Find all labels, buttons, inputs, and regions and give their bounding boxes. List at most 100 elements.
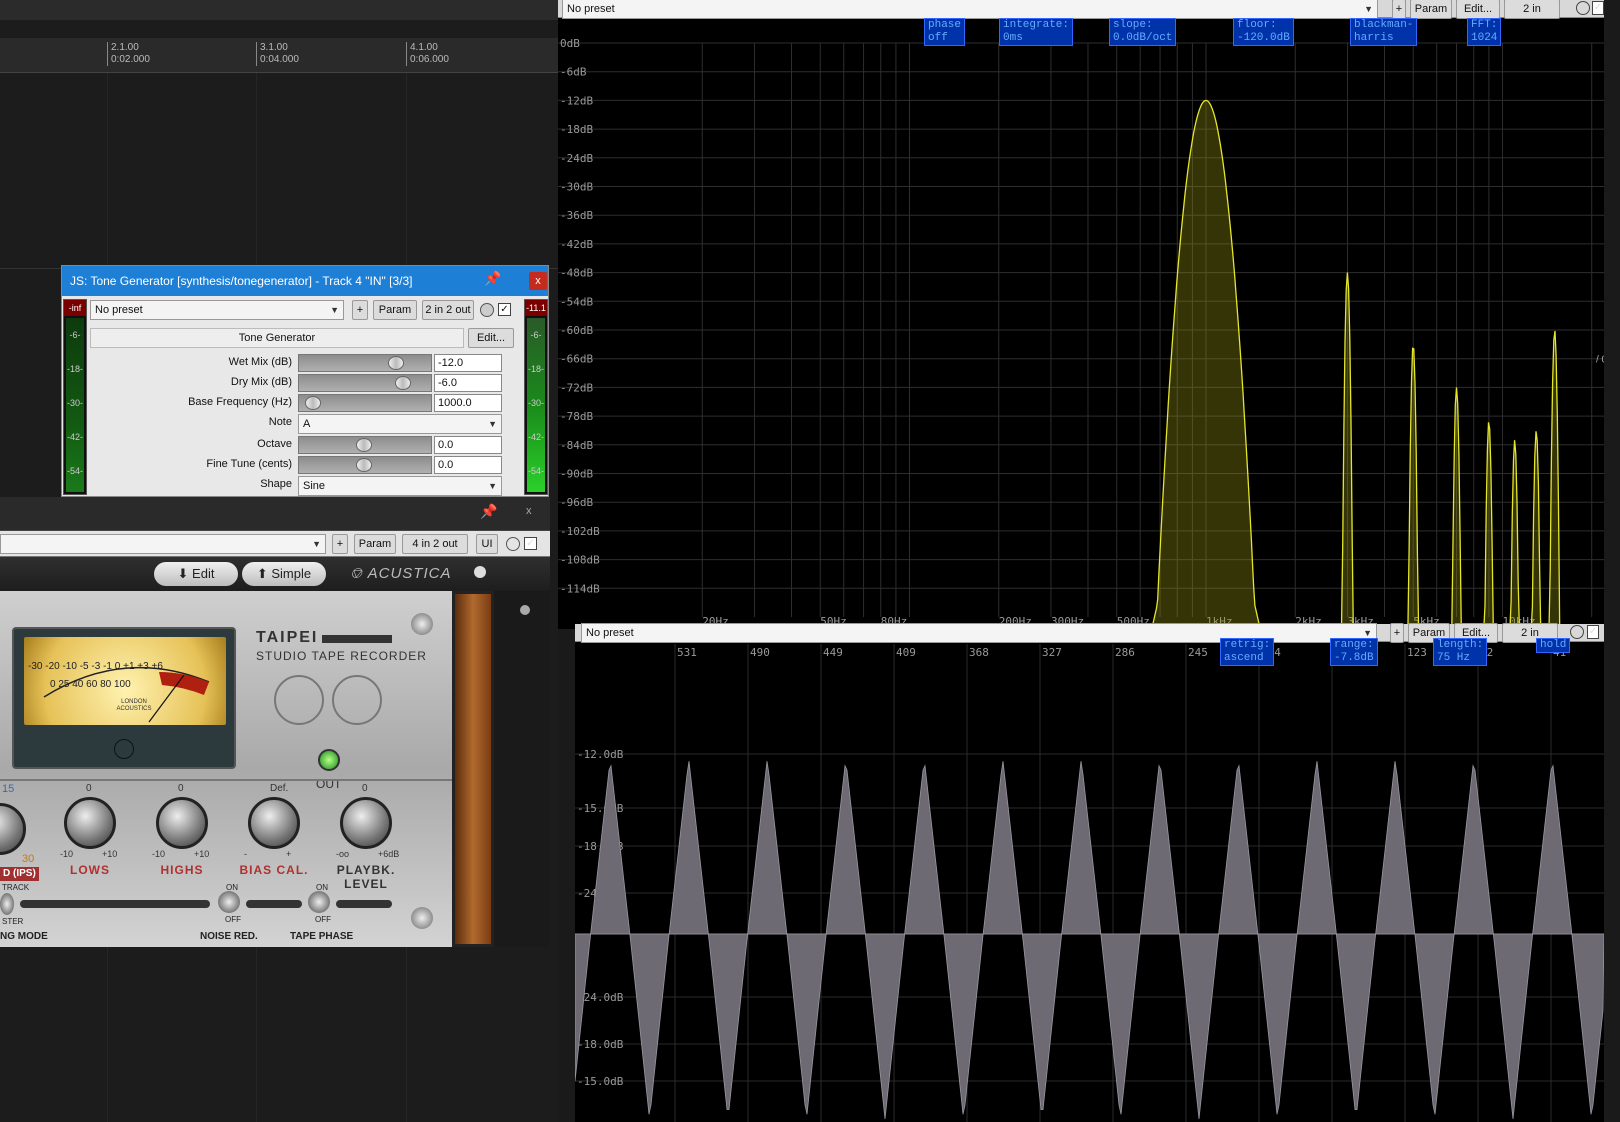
track-switch[interactable] (0, 893, 14, 915)
pin-icon[interactable]: 📌 (484, 270, 501, 287)
spectrum-analyzer[interactable]: No preset ▼ + Param Edit... 2 in ✓ 0dB -6d… (558, 0, 1604, 629)
reel-icon (332, 675, 382, 725)
param-dropdown[interactable]: A ▼ (298, 414, 502, 434)
x-tick-label: 490 (750, 646, 770, 659)
param-value-field[interactable]: 0.0 (434, 436, 502, 454)
knob-label: BIAS CAL. (239, 863, 309, 877)
bypass-checkbox[interactable]: ✓ (1587, 625, 1599, 639)
knob[interactable] (340, 797, 392, 849)
brand-logo: ⎊ ACUSTICA (350, 565, 451, 582)
slider-knob[interactable] (356, 438, 372, 452)
knob-max-label: + (286, 849, 292, 859)
vu-label: -1 (103, 661, 112, 672)
param-value-field[interactable]: -6.0 (434, 374, 502, 392)
pin-icon[interactable]: 📌 (480, 503, 497, 520)
add-preset-button[interactable]: + (1390, 623, 1404, 643)
oscilloscope[interactable]: No preset ▼ + Param Edit... 2 in ✓ 531 490… (575, 623, 1604, 1122)
param-value-field[interactable]: 0.0 (434, 456, 502, 474)
reels-icon (270, 671, 390, 745)
ui-button[interactable]: UI (476, 534, 498, 554)
y-tick-label: -60dB (560, 324, 593, 337)
vu-label: 0 (114, 661, 121, 672)
preset-dropdown[interactable]: ▼ (0, 534, 326, 554)
param-slider[interactable] (298, 436, 432, 454)
ruler-time: 0:02.000 (111, 54, 150, 65)
wet-knob-icon[interactable] (480, 303, 494, 317)
off-label: OFF (315, 915, 331, 924)
ruler-bar: 3.1.00 (260, 42, 288, 53)
tone-generator-window[interactable]: JS: Tone Generator [synthesis/tonegenera… (61, 265, 549, 497)
wet-knob-icon[interactable] (506, 537, 520, 551)
x-tick-label: 409 (896, 646, 916, 659)
y-tick-label: -6dB (560, 66, 587, 79)
out-led-icon[interactable] (318, 749, 340, 771)
io-button[interactable]: 4 in 2 out (402, 534, 468, 554)
param-slider[interactable] (298, 374, 432, 392)
acustica-logo-icon: ⎊ (350, 565, 368, 582)
param-value-field[interactable]: 1000.0 (434, 394, 502, 412)
add-preset-button[interactable]: + (352, 300, 368, 320)
io-button[interactable]: 2 in 2 out (422, 300, 474, 320)
bypass-checkbox[interactable]: ✓ (498, 303, 511, 316)
meter-tick: -42- (66, 432, 83, 442)
y-tick-label: -84dB (560, 439, 593, 452)
param-slider[interactable] (298, 394, 432, 412)
plugin-name: Tone Generator (90, 328, 464, 348)
x-tick-label: 327 (1042, 646, 1062, 659)
bypass-checkbox[interactable]: ✓ (1592, 1, 1604, 15)
param-button[interactable]: Param (373, 300, 417, 320)
edit-mode-button[interactable]: ⬇ Edit (154, 562, 238, 586)
meter-tick: -54- (66, 466, 83, 476)
slot-bar (336, 900, 392, 908)
spectrum-toolbar: No preset ▼ + Param Edit... 2 in ✓ (558, 0, 1604, 19)
timeline-ruler[interactable]: 2.1.00 0:02.000 3.1.00 0:04.000 4.1.00 0:06… (0, 38, 558, 73)
vu-lower-labels: 0 25 40 60 80 100 (50, 679, 131, 690)
mode-label: NG MODE (0, 931, 48, 942)
fx-window-titlebar[interactable]: 📌 x (0, 497, 550, 531)
tape-phase-switch[interactable] (308, 891, 330, 913)
knob[interactable] (248, 797, 300, 849)
ruler-mark: 4.1.00 0:06.000 (406, 42, 449, 66)
wet-knob-icon[interactable] (1570, 625, 1584, 639)
noise-red-switch[interactable] (218, 891, 240, 913)
meter-tick: -6- (69, 330, 81, 340)
waveform (575, 761, 1604, 1120)
wet-knob-icon[interactable] (1576, 1, 1590, 15)
speed-label: D (IPS) (0, 867, 39, 881)
knob-max-label: +10 (194, 849, 210, 859)
param-label: Base Frequency (Hz) (188, 396, 292, 408)
chevron-up-icon: ⬆ (256, 566, 272, 581)
power-led-icon[interactable] (474, 566, 486, 578)
divider (0, 779, 452, 781)
bypass-checkbox[interactable]: ✓ (524, 537, 537, 550)
param-label: Shape (260, 478, 292, 490)
chevron-down-icon: ▼ (1364, 4, 1373, 14)
vu-screw-icon (114, 739, 134, 759)
master-label: STER (2, 917, 24, 926)
param-button[interactable]: Param (354, 534, 396, 554)
slider-knob[interactable] (356, 458, 372, 472)
slider-knob[interactable] (388, 356, 404, 370)
vu-label: +6 (151, 661, 163, 672)
param-value-field[interactable]: -12.0 (434, 354, 502, 372)
knob[interactable] (156, 797, 208, 849)
speed-knob[interactable] (0, 803, 26, 855)
vu-meter-face: -30 -20 -10 -5 -3 -1 0 +1 +3 +6 0 25 40 … (24, 637, 226, 725)
close-button[interactable]: x (529, 272, 547, 290)
edge-label: / 02 (1596, 355, 1604, 366)
slider-knob[interactable] (395, 376, 411, 390)
param-slider[interactable] (298, 456, 432, 474)
window-titlebar[interactable]: JS: Tone Generator [synthesis/tonegenera… (62, 266, 548, 296)
param-dropdown[interactable]: Sine ▼ (298, 476, 502, 496)
close-button[interactable]: x (526, 505, 532, 517)
knob[interactable] (64, 797, 116, 849)
edit-button[interactable]: Edit... (468, 328, 514, 348)
y-tick-label: -15.0dB (577, 802, 624, 815)
add-preset-button[interactable]: + (332, 534, 348, 554)
screw-icon (411, 613, 433, 635)
slider-knob[interactable] (305, 396, 321, 410)
simple-mode-button[interactable]: ⬆ Simple (242, 562, 326, 586)
param-slider[interactable] (298, 354, 432, 372)
top-strip (0, 0, 558, 20)
preset-dropdown[interactable]: No preset ▼ (90, 300, 344, 320)
